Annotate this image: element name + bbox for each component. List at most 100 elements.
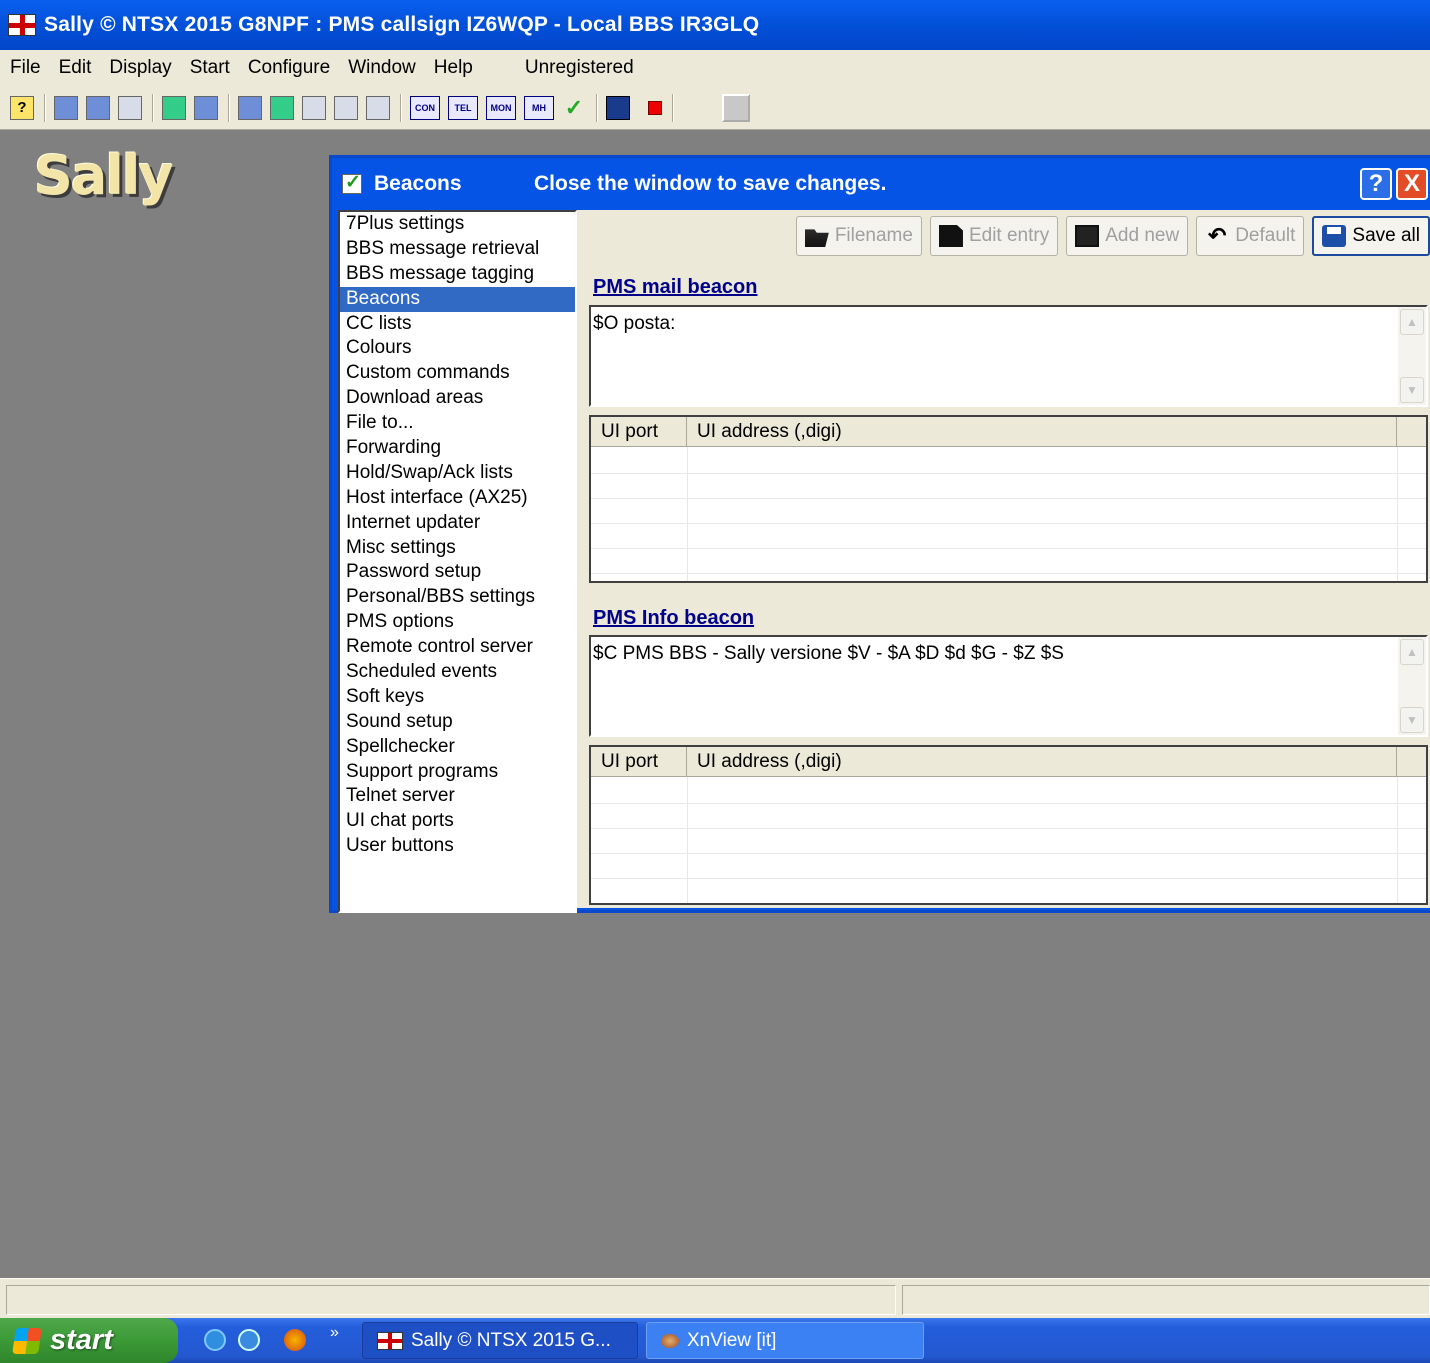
table-row[interactable] — [591, 548, 1426, 549]
con-icon[interactable]: CON — [410, 95, 440, 120]
notepad-icon[interactable] — [238, 95, 262, 120]
list-item[interactable]: Personal/BBS settings — [340, 585, 575, 610]
new-message-icon[interactable] — [118, 95, 142, 120]
search-icon[interactable] — [302, 95, 326, 120]
menu-start[interactable]: Start — [190, 57, 230, 79]
taskbar-item-label: XnView [it] — [687, 1329, 777, 1351]
save-icon — [1322, 225, 1347, 247]
menu-file[interactable]: File — [10, 57, 41, 79]
list-item[interactable]: Host interface (AX25) — [340, 486, 575, 511]
menu-window[interactable]: Window — [348, 57, 416, 79]
open-folder-icon — [804, 229, 829, 247]
scroll-up-icon[interactable]: ▲ — [1400, 639, 1424, 665]
list-item[interactable]: Custom commands — [340, 361, 575, 386]
list-item[interactable]: BBS message retrieval — [340, 237, 575, 262]
scroll-down-icon[interactable]: ▼ — [1400, 707, 1424, 733]
taskbar-item-xnview[interactable]: XnView [it] — [646, 1322, 924, 1359]
edit-entry-button[interactable]: Edit entry — [929, 216, 1059, 256]
quicklaunch-chevron-icon[interactable]: » — [330, 1324, 339, 1342]
ui-port-column-header[interactable]: UI port — [591, 417, 687, 447]
table-row[interactable] — [591, 853, 1426, 854]
list-item[interactable]: Spellchecker — [340, 735, 575, 760]
mail-beacon-port-grid[interactable]: UI port UI address (,digi) — [589, 415, 1428, 583]
menu-help[interactable]: Help — [434, 57, 473, 79]
message-view-icon[interactable] — [86, 95, 110, 120]
close-button[interactable]: X — [1396, 168, 1428, 200]
list-item[interactable]: Colours — [340, 336, 575, 361]
menu-edit[interactable]: Edit — [59, 57, 92, 79]
list-item[interactable]: Scheduled events — [340, 660, 575, 685]
import-icon[interactable] — [162, 95, 186, 120]
grey-square-icon[interactable] — [722, 93, 750, 122]
menu-display[interactable]: Display — [109, 57, 171, 79]
mh-icon[interactable]: MH — [524, 95, 554, 120]
internet-explorer-icon[interactable] — [204, 1329, 226, 1351]
table-row[interactable] — [591, 878, 1426, 879]
table-row[interactable] — [591, 523, 1426, 524]
sally-app-icon — [8, 14, 36, 36]
list-item[interactable]: Remote control server — [340, 635, 575, 660]
list-item[interactable]: PMS options — [340, 610, 575, 635]
list-item[interactable]: Forwarding — [340, 436, 575, 461]
browser-icon[interactable] — [238, 1329, 260, 1351]
list-item[interactable]: CC lists — [340, 312, 575, 337]
table-row[interactable] — [591, 828, 1426, 829]
mon-icon[interactable]: MON — [486, 95, 516, 120]
undo-icon: ↶ — [1207, 223, 1227, 248]
list-item[interactable]: Telnet server — [340, 784, 575, 809]
scroll-down-icon[interactable]: ▼ — [1400, 377, 1424, 403]
add-new-button[interactable]: Add new — [1066, 216, 1189, 256]
help-button[interactable]: ? — [1360, 168, 1392, 200]
settings-list[interactable]: 7Plus settings BBS message retrieval BBS… — [338, 210, 577, 913]
list-item[interactable]: 7Plus settings — [340, 212, 575, 237]
main-title-bar[interactable]: Sally © NTSX 2015 G8NPF : PMS callsign I… — [0, 0, 1430, 50]
mail-beacon-text-area[interactable]: $O posta: ▲ ▼ — [589, 305, 1428, 407]
list-item[interactable]: BBS message tagging — [340, 262, 575, 287]
info-beacon-port-grid[interactable]: UI port UI address (,digi) — [589, 745, 1428, 905]
table-row[interactable] — [591, 473, 1426, 474]
ui-address-column-header[interactable]: UI address (,digi) — [687, 417, 1397, 447]
database-icon[interactable] — [270, 95, 294, 120]
checkmark-icon[interactable]: ✓ — [562, 95, 586, 120]
list-item[interactable]: Download areas — [340, 386, 575, 411]
ui-address-column-header[interactable]: UI address (,digi) — [687, 747, 1397, 777]
sally-app-icon — [377, 1331, 403, 1350]
toolbar-separator — [400, 93, 402, 122]
message-list-icon[interactable] — [54, 95, 78, 120]
list-item[interactable]: Internet updater — [340, 511, 575, 536]
cloud-icon[interactable] — [366, 95, 390, 120]
menu-configure[interactable]: Configure — [248, 57, 330, 79]
default-button[interactable]: ↶ Default — [1196, 216, 1305, 256]
info-beacon-text-area[interactable]: $C PMS BBS - Sally versione $V - $A $D $… — [589, 635, 1428, 737]
filename-button[interactable]: Filename — [795, 216, 922, 256]
table-row[interactable] — [591, 498, 1426, 499]
list-item[interactable]: Soft keys — [340, 685, 575, 710]
list-item[interactable]: UI chat ports — [340, 809, 575, 834]
list-item[interactable]: Hold/Swap/Ack lists — [340, 461, 575, 486]
list-item[interactable]: Support programs — [340, 760, 575, 785]
list-item[interactable]: Misc settings — [340, 536, 575, 561]
exit-door-icon[interactable] — [606, 95, 630, 120]
tel-icon[interactable]: TEL — [448, 95, 478, 120]
list-item[interactable]: User buttons — [340, 834, 575, 859]
beacons-title-bar[interactable]: Beacons Close the window to save changes… — [332, 158, 1430, 210]
list-item[interactable]: Password setup — [340, 560, 575, 585]
list-item[interactable]: File to... — [340, 411, 575, 436]
table-row[interactable] — [591, 573, 1426, 574]
firefox-icon[interactable] — [284, 1329, 306, 1351]
taskbar-item-sally[interactable]: Sally © NTSX 2015 G... — [362, 1322, 638, 1359]
help-icon[interactable]: ? — [10, 95, 34, 120]
scroll-up-icon[interactable]: ▲ — [1400, 309, 1424, 335]
list-item-selected[interactable]: Beacons — [340, 286, 575, 312]
stop-icon[interactable] — [648, 100, 662, 115]
mail-beacon-scrollbar[interactable]: ▲ ▼ — [1398, 307, 1426, 405]
list-item[interactable]: Sound setup — [340, 710, 575, 735]
start-button[interactable]: start — [0, 1318, 178, 1363]
ui-port-column-header[interactable]: UI port — [591, 747, 687, 777]
taskbar: start » Sally © NTSX 2015 G... XnView [i… — [0, 1318, 1430, 1363]
table-row[interactable] — [591, 803, 1426, 804]
export-icon[interactable] — [194, 95, 218, 120]
log-icon[interactable] — [334, 95, 358, 120]
info-beacon-scrollbar[interactable]: ▲ ▼ — [1398, 637, 1426, 735]
save-all-button[interactable]: Save all — [1312, 216, 1430, 256]
